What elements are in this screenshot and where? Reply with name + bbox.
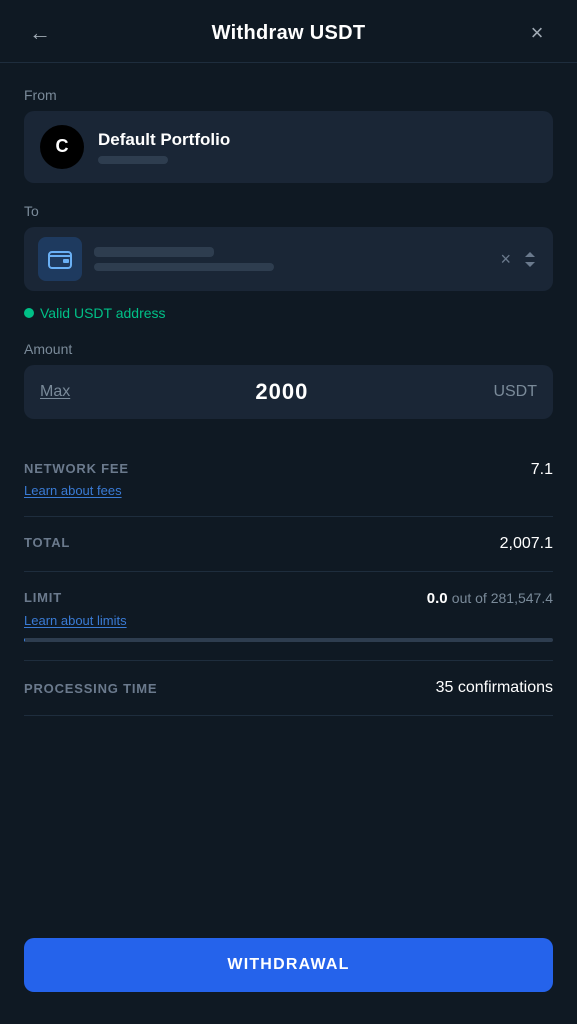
amount-currency: USDT — [493, 383, 537, 401]
portfolio-name: Default Portfolio — [98, 130, 230, 150]
total-label: TOTAL — [24, 535, 70, 550]
max-button[interactable]: Max — [40, 383, 70, 401]
processing-time-value: 35 confirmations — [436, 679, 553, 697]
network-fee-value: 7.1 — [531, 461, 553, 479]
chevron-up-icon — [525, 252, 535, 257]
header: ← Withdraw USDT × — [0, 0, 577, 63]
to-section: To × — [24, 203, 553, 291]
back-button[interactable]: ← — [24, 20, 56, 46]
to-label: To — [24, 203, 553, 219]
network-fee-label: NETWORK FEE — [24, 461, 129, 476]
portfolio-card[interactable]: C Default Portfolio — [24, 111, 553, 183]
limit-value-col: 0.0 out of 281,547.4 — [427, 590, 553, 608]
footer: WITHDRAWAL — [0, 918, 577, 1024]
portfolio-info: Default Portfolio — [98, 130, 230, 164]
amount-card: Max 2000 USDT — [24, 365, 553, 419]
address-actions: × — [496, 245, 539, 274]
address-line-2 — [94, 263, 274, 271]
wallet-icon-box — [38, 237, 82, 281]
limit-label-col: LIMIT Learn about limits — [24, 590, 127, 628]
total-value: 2,007.1 — [500, 535, 553, 553]
content: From C Default Portfolio To — [0, 63, 577, 918]
valid-address-indicator: Valid USDT address — [24, 305, 553, 321]
limit-value: 0.0 out of 281,547.4 — [427, 590, 553, 607]
close-button[interactable]: × — [521, 20, 553, 46]
network-fee-row: NETWORK FEE 7.1 Learn about fees — [24, 443, 553, 517]
learn-limits-link[interactable]: Learn about limits — [24, 613, 127, 628]
address-stepper[interactable] — [521, 248, 539, 271]
portfolio-logo: C — [40, 125, 84, 169]
amount-value: 2000 — [255, 379, 308, 405]
learn-fees-link[interactable]: Learn about fees — [24, 483, 553, 498]
processing-time-label: PROCESSING TIME — [24, 681, 157, 696]
clear-address-button[interactable]: × — [496, 245, 515, 274]
total-top: TOTAL 2,007.1 — [24, 535, 553, 553]
amount-section: Amount Max 2000 USDT — [24, 341, 553, 419]
limit-label: LIMIT — [24, 590, 127, 605]
limit-section: LIMIT Learn about limits 0.0 out of 281,… — [24, 572, 553, 661]
valid-dot-icon — [24, 308, 34, 318]
processing-time-row: PROCESSING TIME 35 confirmations — [24, 661, 553, 716]
limit-progress-bar — [24, 638, 553, 642]
amount-label: Amount — [24, 341, 553, 357]
from-section: From C Default Portfolio — [24, 87, 553, 183]
limit-progress-fill — [24, 638, 25, 642]
svg-text:C: C — [56, 136, 69, 156]
portfolio-sub-line — [98, 156, 168, 164]
chevron-down-icon — [525, 262, 535, 267]
address-card: × — [24, 227, 553, 291]
page-title: Withdraw USDT — [212, 22, 366, 45]
address-fields — [94, 247, 484, 271]
limit-row-top: LIMIT Learn about limits 0.0 out of 281,… — [24, 590, 553, 628]
address-line-1 — [94, 247, 214, 257]
withdrawal-button[interactable]: WITHDRAWAL — [24, 938, 553, 992]
network-fee-top: NETWORK FEE 7.1 — [24, 461, 553, 479]
valid-address-text: Valid USDT address — [40, 305, 166, 321]
from-label: From — [24, 87, 553, 103]
total-row: TOTAL 2,007.1 — [24, 517, 553, 572]
